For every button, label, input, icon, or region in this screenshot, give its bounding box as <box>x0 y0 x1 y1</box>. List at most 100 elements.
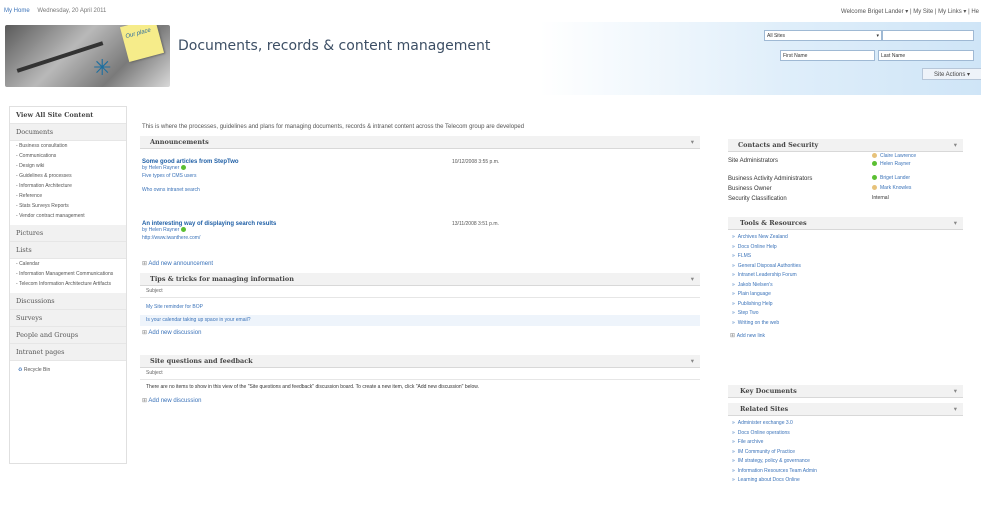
contact-person[interactable]: Claire Lawrence <box>872 152 916 160</box>
contact-person-name: Claire Lawrence <box>880 153 917 159</box>
discussion-row[interactable]: Is your calendar taking up space in your… <box>140 315 700 326</box>
related-site-link[interactable]: » Docs Online operations <box>728 429 963 439</box>
tools-link[interactable]: » Step Two <box>728 309 963 319</box>
first-name-field[interactable]: First Name <box>780 50 875 61</box>
recycle-bin-label: Recycle Bin <box>23 367 51 373</box>
ql-item-label: Business consultation <box>19 143 68 149</box>
tools-link[interactable]: » Intranet Leadership Forum <box>728 271 963 281</box>
webpart-menu-icon[interactable]: ▾ <box>954 403 957 415</box>
contact-values: Briget Lander <box>872 174 910 182</box>
ql-documents-item[interactable]: - Reference <box>10 191 126 201</box>
tools-link[interactable]: » Plain language <box>728 290 963 300</box>
tools-link[interactable]: » General Disposal Authorities <box>728 262 963 272</box>
view-all-site-content[interactable]: View All Site Content <box>10 107 126 124</box>
announcement-link[interactable]: http://www.iwanthere.com/ <box>142 235 682 241</box>
webpart-menu-icon[interactable]: ▾ <box>954 217 957 229</box>
discussion-row[interactable]: My Site reminder for BOP <box>140 302 700 313</box>
contacts-rows: Site Administrators Claire Lawrence Helen … <box>728 152 963 204</box>
related-site-link[interactable]: » IM strategy, policy & governance <box>728 457 963 467</box>
tools-link[interactable]: » Docs Online Help <box>728 243 963 253</box>
contact-row: Security Classification Internal <box>728 194 963 204</box>
ql-lists-item[interactable]: - Calendar <box>10 259 126 269</box>
feedback-add-discussion-label: Add new discussion <box>148 398 202 404</box>
contact-person[interactable]: Briget Lander <box>872 174 910 182</box>
webpart-menu-icon[interactable]: ▾ <box>691 355 694 367</box>
ql-documents-item[interactable]: - Design wiki <box>10 161 126 171</box>
contact-values: Internal <box>872 194 889 202</box>
ql-intranet-pages[interactable]: Intranet pages <box>10 344 126 361</box>
contact-person[interactable]: Mark Knowles <box>872 184 911 192</box>
welcome-menu[interactable]: Welcome Briget Lander ▾ | My Site | My L… <box>841 8 979 15</box>
site-actions-menu[interactable]: Site Actions ▾ <box>922 68 981 80</box>
related-site-link[interactable]: » Administer exchange 3.0 <box>728 419 963 429</box>
contact-person[interactable]: Helen Rayner <box>872 160 916 168</box>
announcement-item: An interesting way of displaying search … <box>142 221 682 241</box>
ql-documents-item[interactable]: - Vendor contract management <box>10 211 126 221</box>
ql-documents-item[interactable]: - Guidelines & processes <box>10 171 126 181</box>
ql-lists-item[interactable]: - Telecom Information Architecture Artif… <box>10 279 126 289</box>
key-documents-title: Key Documents ▾ <box>728 385 963 398</box>
ql-pictures[interactable]: Pictures <box>10 225 126 242</box>
ql-documents-item[interactable]: - Information Architecture <box>10 181 126 191</box>
bullet-icon: » <box>732 253 735 259</box>
key-documents-webpart: Key Documents ▾ <box>728 385 963 398</box>
tips-add-discussion-link[interactable]: ⊞ Add new discussion <box>140 326 700 336</box>
bullet-icon: » <box>732 420 735 426</box>
ql-lists[interactable]: Lists <box>10 242 126 259</box>
webpart-menu-icon[interactable]: ▾ <box>691 273 694 285</box>
contact-label: Site Administrators <box>728 158 779 164</box>
webpart-menu-icon[interactable]: ▾ <box>954 139 957 151</box>
last-name-field[interactable]: Last Name <box>878 50 974 61</box>
ql-documents-item[interactable]: - Stats Surveys Reports <box>10 201 126 211</box>
bullet-icon: » <box>732 262 735 269</box>
ql-documents[interactable]: Documents <box>10 124 126 141</box>
contact-values: Mark Knowles <box>872 184 911 192</box>
date-text: Wednesday, 20 April 2011 <box>37 8 107 14</box>
tips-title-text: Tips & tricks for managing information <box>150 275 294 283</box>
feedback-subject-header[interactable]: Subject <box>140 368 700 380</box>
ql-people-groups[interactable]: People and Groups <box>10 327 126 344</box>
search-input[interactable] <box>882 30 974 41</box>
ql-surveys[interactable]: Surveys <box>10 310 126 327</box>
ql-discussions[interactable]: Discussions <box>10 293 126 310</box>
my-home-link[interactable]: My Home <box>4 8 30 14</box>
lists-list: - Calendar - Information Management Commu… <box>10 259 126 289</box>
add-announcement-link[interactable]: ⊞ Add new announcement <box>142 260 213 267</box>
contact-value: Internal <box>872 194 889 202</box>
related-site-link[interactable]: » IM Community of Practice <box>728 448 963 458</box>
bullet-icon: » <box>732 439 735 445</box>
add-new-link[interactable]: ⊞ Add new link <box>728 328 963 339</box>
related-site-link[interactable]: » Information Resources Team Admin <box>728 467 963 477</box>
related-site-link[interactable]: » Learning about Docs Online <box>728 476 963 486</box>
feedback-add-discussion-link[interactable]: ⊞ Add new discussion <box>140 394 700 404</box>
ql-item-label: Stats Surveys Reports <box>19 203 69 209</box>
webpart-menu-icon[interactable]: ▾ <box>691 136 694 148</box>
announcement-link[interactable]: Five types of CMS users <box>142 173 682 179</box>
tools-link[interactable]: » FLMS <box>728 252 963 262</box>
feedback-webpart: Site questions and feedback ▾ Subject Th… <box>140 355 700 404</box>
recycle-bin-link[interactable]: ♻ Recycle Bin <box>10 361 126 375</box>
contacts-title: Contacts and Security ▾ <box>728 139 963 152</box>
ql-documents-item[interactable]: - Communications <box>10 151 126 161</box>
related-site-link-label: Docs Online operations <box>737 429 790 436</box>
tools-link[interactable]: » Jakob Nielsen's <box>728 281 963 291</box>
related-sites-title: Related Sites ▾ <box>728 403 963 416</box>
tools-link[interactable]: » Archives New Zealand <box>728 233 963 243</box>
scope-select[interactable]: All Sites ▾ <box>764 30 882 41</box>
tips-subject-header[interactable]: Subject <box>140 286 700 298</box>
bullet-icon: » <box>732 272 735 278</box>
tools-link[interactable]: » Writing on the web <box>728 319 963 329</box>
recycle-bin-icon: ♻ <box>18 367 23 373</box>
announcement-date: 10/12/2008 3:55 p.m. <box>452 159 500 165</box>
ql-documents-item[interactable]: - Business consultation <box>10 141 126 151</box>
webpart-menu-icon[interactable]: ▾ <box>954 385 957 397</box>
ql-lists-item[interactable]: - Information Management Communications <box>10 269 126 279</box>
tools-link[interactable]: » Publishing Help <box>728 300 963 310</box>
ql-item-label: Information Management Communications <box>19 271 114 277</box>
announcement-link[interactable]: Who owns intranet search <box>142 187 682 193</box>
contact-label: Security Classification <box>728 196 787 202</box>
site-title: Documents, records & content management <box>178 38 491 54</box>
star-icon: ✳ <box>93 55 112 80</box>
related-site-link[interactable]: » File archive <box>728 438 963 448</box>
presence-icon <box>872 175 877 181</box>
